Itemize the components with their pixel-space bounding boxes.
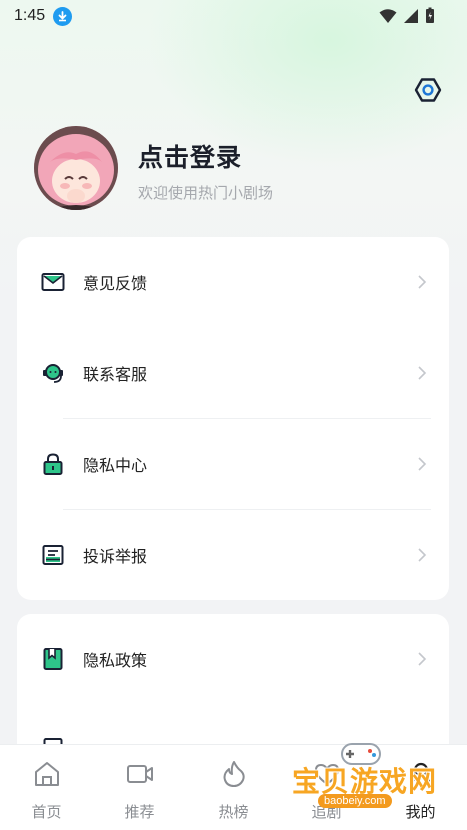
battery-icon [426,7,434,23]
menu-item-customer-service[interactable]: 联系客服 [17,343,449,403]
wifi-icon [379,8,397,23]
menu-item-privacy-policy[interactable]: 隐私政策 [17,629,449,689]
bookmark-doc-icon [43,648,63,670]
status-time: 1:45 [14,7,46,24]
login-title[interactable]: 点击登录 [138,138,242,174]
menu-item-label: 意见反馈 [83,276,148,293]
menu-item-label: 隐私中心 [83,458,148,475]
headset-icon [43,364,63,383]
video-icon [127,765,153,783]
chevron-right-icon [418,548,427,562]
login-subtitle: 欢迎使用热门小剧场 [138,185,274,202]
mail-icon [41,273,65,291]
download-icon [53,6,73,26]
tab-label: 热榜 [218,804,249,821]
divider [63,418,431,419]
lock-icon [43,453,63,475]
watermark-url: baobeiy.com [318,794,392,808]
menu-item-label: 隐私政策 [83,653,148,670]
flame-icon [223,761,245,787]
chevron-right-icon [418,457,427,471]
tab-recommend[interactable]: 推荐 [93,745,186,830]
menu-item-feedback[interactable]: 意见反馈 [17,252,449,312]
settings-icon[interactable] [414,76,442,104]
chevron-right-icon [418,366,427,380]
tab-home[interactable]: 首页 [0,745,93,830]
signal-icon [404,8,418,23]
tab-label: 首页 [31,804,62,821]
watermark-logo: 宝贝游戏网 baobeiy.com [288,738,438,830]
home-icon [35,762,59,786]
menu-item-label: 联系客服 [83,367,148,384]
chevron-right-icon [418,652,427,666]
menu-item-label: 投诉举报 [83,549,148,566]
avatar[interactable] [34,126,118,210]
chevron-right-icon [418,275,427,289]
divider [63,509,431,510]
menu-item-complaint-report[interactable]: 投诉举报 [17,525,449,585]
tab-label: 推荐 [124,804,155,821]
report-icon [42,545,64,565]
status-bar: 1:45 [0,0,467,32]
menu-item-privacy-center[interactable]: 隐私中心 [17,434,449,494]
tab-hot[interactable]: 热榜 [187,745,280,830]
menu-card-main: 意见反馈 联系客服 隐私中心 投诉举报 [17,237,449,600]
